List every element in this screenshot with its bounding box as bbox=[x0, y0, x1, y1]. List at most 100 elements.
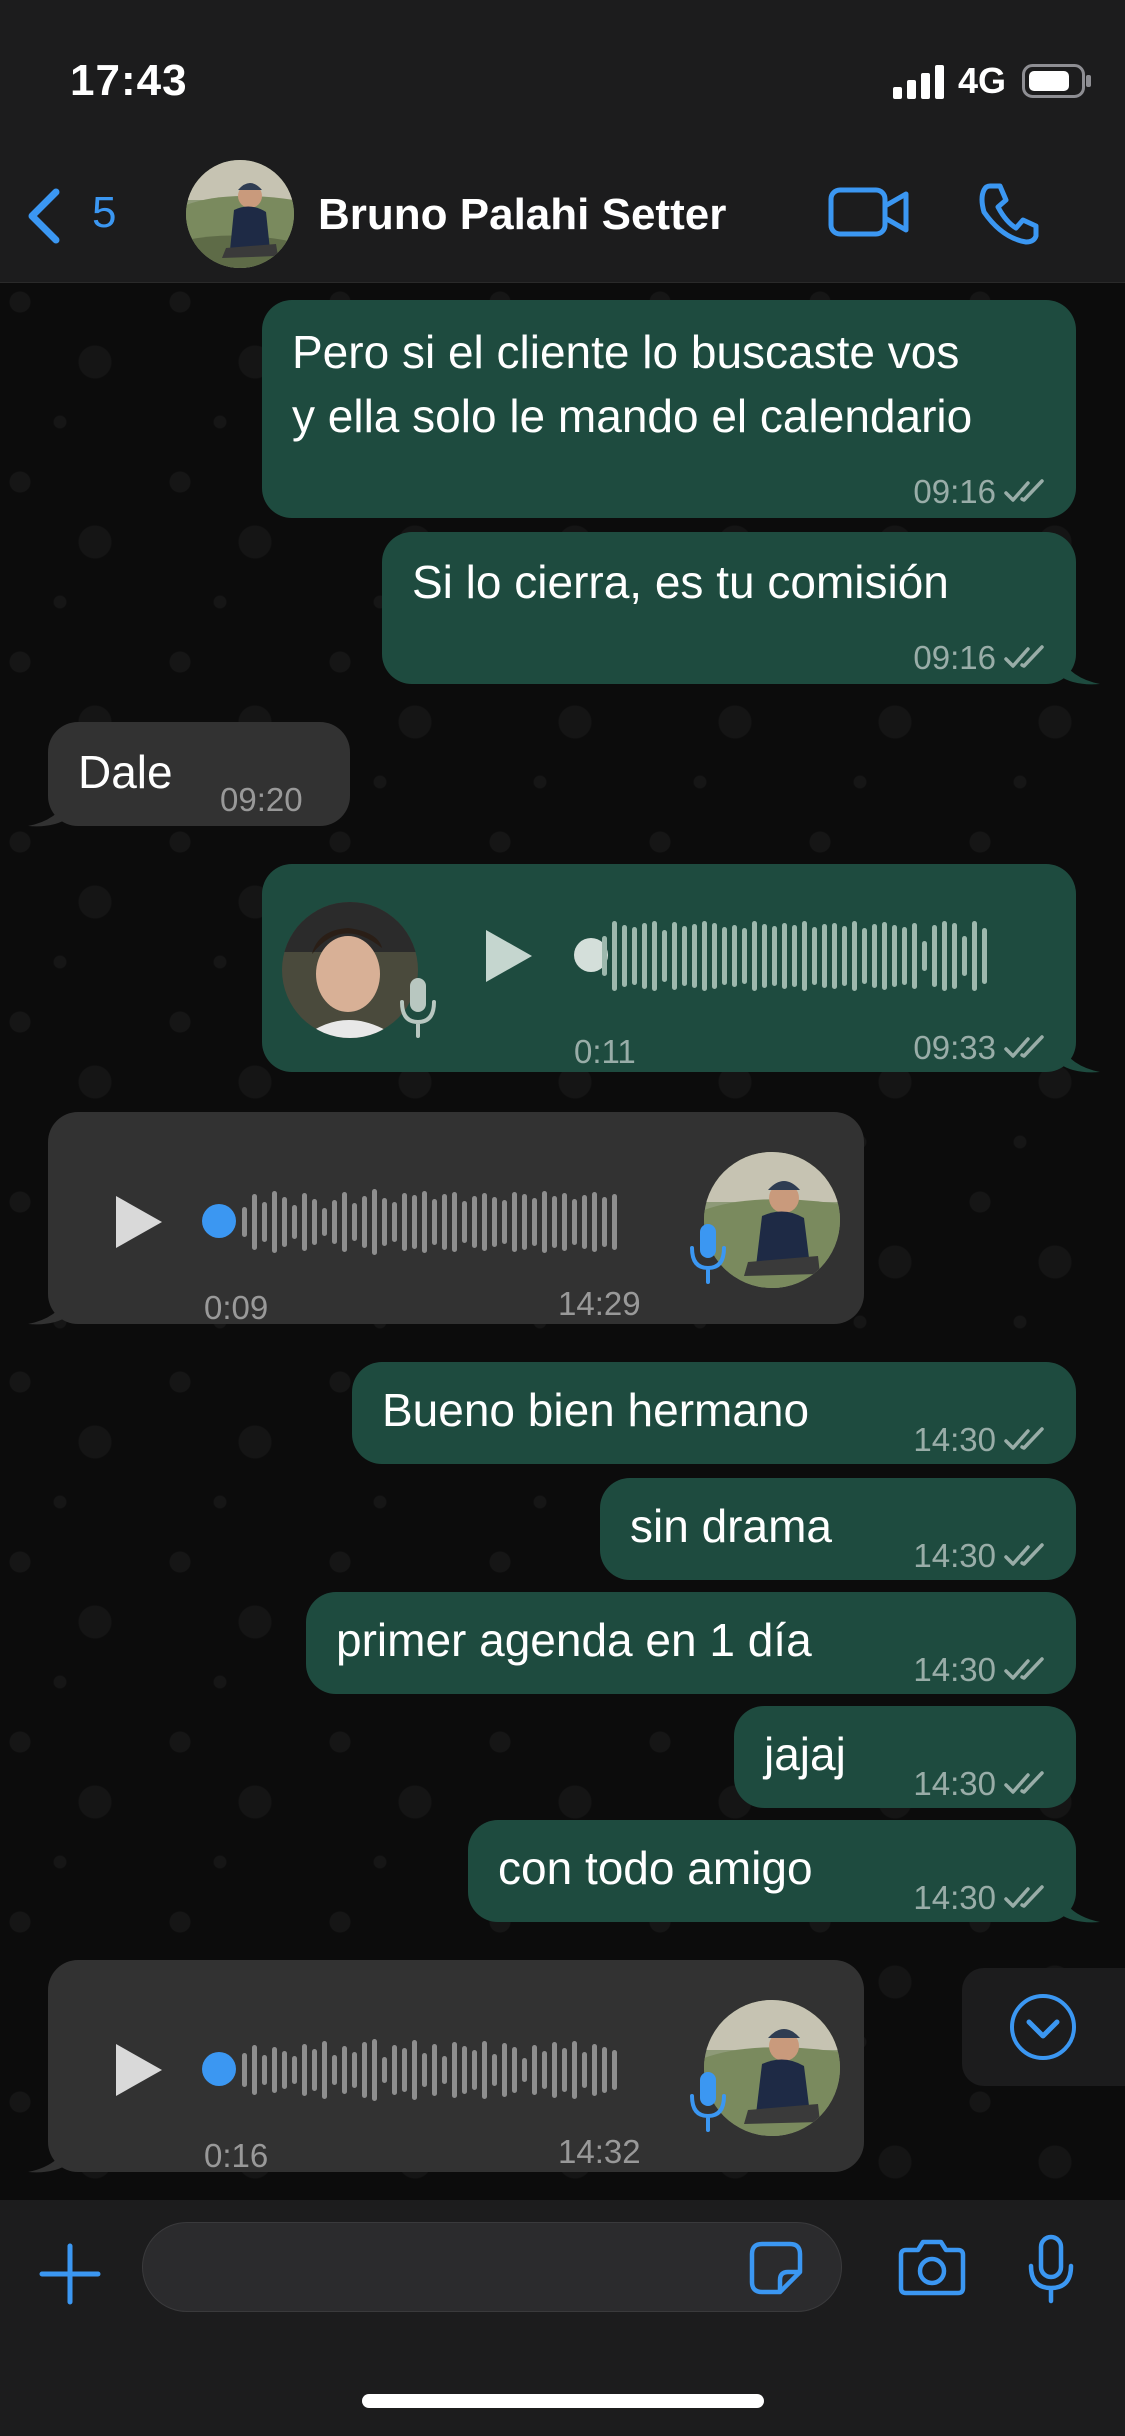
message-meta: 09:16 bbox=[913, 626, 1048, 690]
voice-waveform[interactable] bbox=[602, 916, 987, 996]
waveform-bar bbox=[572, 2041, 577, 2099]
waveform-bar bbox=[832, 923, 837, 989]
message-meta: 09:16 bbox=[913, 460, 1048, 524]
waveform-bar bbox=[492, 1197, 497, 1247]
voice-message-incoming[interactable]: 0:16 14:32 bbox=[48, 1960, 864, 2174]
waveform-bar bbox=[912, 923, 917, 989]
waveform-bar bbox=[362, 1196, 367, 1248]
message-time: 14:30 bbox=[913, 1537, 996, 1574]
waveform-bar bbox=[492, 2054, 497, 2086]
waveform-bar bbox=[892, 925, 897, 987]
waveform-bar bbox=[292, 2056, 297, 2084]
waveform-bar bbox=[262, 1202, 267, 1242]
message-time: 14:32 bbox=[558, 2133, 641, 2170]
play-icon[interactable] bbox=[480, 926, 536, 1002]
waveform-bar bbox=[532, 2045, 537, 2095]
message-meta: 14:30 bbox=[913, 1408, 1048, 1472]
play-icon[interactable] bbox=[110, 1192, 166, 1268]
waveform-bar bbox=[972, 921, 977, 991]
message-time: 14:29 bbox=[558, 1285, 641, 1322]
waveform-bar bbox=[302, 2044, 307, 2096]
waveform-bar bbox=[812, 927, 817, 985]
waveform-bar bbox=[842, 926, 847, 986]
voice-waveform[interactable] bbox=[242, 2030, 617, 2110]
waveform-bar bbox=[452, 1192, 457, 1252]
phone-icon[interactable] bbox=[976, 180, 1042, 251]
read-receipt-icon bbox=[1004, 1543, 1044, 1566]
read-receipt-icon bbox=[1004, 1771, 1044, 1794]
message-bubble-incoming[interactable]: Dale 09:20 bbox=[48, 722, 350, 826]
waveform-bar bbox=[532, 1198, 537, 1246]
message-bubble-outgoing[interactable]: primer agenda en 1 día 14:30 bbox=[306, 1592, 1076, 1694]
waveform-bar bbox=[712, 923, 717, 989]
waveform-bar bbox=[592, 2044, 597, 2096]
scroll-to-bottom-button[interactable] bbox=[962, 1968, 1125, 2086]
read-receipt-icon bbox=[1004, 1885, 1044, 1908]
read-receipt-icon bbox=[1004, 645, 1044, 668]
mic-icon bbox=[688, 2070, 728, 2148]
waveform-bar bbox=[692, 924, 697, 988]
waveform-bar bbox=[552, 1196, 557, 1248]
voice-message-outgoing[interactable]: 0:11 09:33 bbox=[262, 864, 1076, 1072]
waveform-bar bbox=[742, 928, 747, 984]
message-bubble-outgoing[interactable]: con todo amigo 14:30 bbox=[468, 1820, 1076, 1922]
message-bubble-outgoing[interactable]: jajaj 14:30 bbox=[734, 1706, 1076, 1808]
signal-icon bbox=[893, 65, 947, 104]
message-text: y ella solo le mando el calendario bbox=[292, 390, 973, 442]
waveform-bar bbox=[982, 928, 987, 984]
message-bubble-outgoing[interactable]: sin drama 14:30 bbox=[600, 1478, 1076, 1580]
waveform-bar bbox=[582, 1195, 587, 1249]
plus-icon[interactable] bbox=[38, 2242, 102, 2311]
unread-count[interactable]: 5 bbox=[92, 188, 116, 238]
camera-icon[interactable] bbox=[898, 2238, 966, 2301]
read-receipt-icon bbox=[1004, 1035, 1044, 1058]
message-time: 09:33 bbox=[913, 1029, 996, 1066]
waveform-bar bbox=[552, 2042, 557, 2098]
status-bar: 17:43 4G bbox=[0, 0, 1125, 150]
waveform-bar bbox=[762, 924, 767, 988]
waveform-bar bbox=[302, 1193, 307, 1251]
voice-progress-dot[interactable] bbox=[202, 1204, 236, 1238]
waveform-bar bbox=[472, 1196, 477, 1248]
waveform-bar bbox=[852, 921, 857, 991]
waveform-bar bbox=[382, 2057, 387, 2083]
play-icon[interactable] bbox=[110, 2040, 166, 2116]
message-bubble-outgoing[interactable]: Si lo cierra, es tu comisión 09:16 bbox=[382, 532, 1076, 684]
video-call-icon[interactable] bbox=[828, 184, 910, 245]
message-meta: 14:30 bbox=[913, 1866, 1048, 1930]
message-time: 09:16 bbox=[913, 639, 996, 676]
back-chevron-icon[interactable] bbox=[22, 186, 66, 251]
contact-avatar[interactable] bbox=[186, 160, 294, 268]
sticker-icon[interactable] bbox=[748, 2240, 804, 2301]
mic-icon[interactable] bbox=[1026, 2234, 1076, 2309]
waveform-bar bbox=[442, 2056, 447, 2084]
contact-name[interactable]: Bruno Palahi Setter bbox=[318, 190, 726, 240]
waveform-bar bbox=[482, 1193, 487, 1251]
waveform-bar bbox=[392, 2045, 397, 2095]
voice-message-incoming[interactable]: 0:09 14:29 bbox=[48, 1112, 864, 1326]
message-text: primer agenda en 1 día bbox=[336, 1614, 812, 1666]
waveform-bar bbox=[472, 2050, 477, 2090]
waveform-bar bbox=[412, 2040, 417, 2100]
bubble-tail bbox=[1060, 656, 1100, 685]
waveform-bar bbox=[682, 926, 687, 986]
message-meta: 09:20 bbox=[220, 768, 303, 832]
bubble-tail bbox=[28, 2144, 68, 2173]
waveform-bar bbox=[572, 1199, 577, 1245]
message-text: Dale bbox=[78, 746, 173, 798]
waveform-bar bbox=[932, 925, 937, 987]
waveform-bar bbox=[902, 927, 907, 985]
voice-waveform[interactable] bbox=[242, 1182, 617, 1262]
waveform-bar bbox=[772, 926, 777, 986]
home-indicator[interactable] bbox=[362, 2394, 764, 2408]
waveform-bar bbox=[362, 2042, 367, 2098]
bubble-tail bbox=[1060, 1894, 1100, 1923]
voice-progress-dot[interactable] bbox=[202, 2052, 236, 2086]
waveform-bar bbox=[672, 922, 677, 990]
waveform-bar bbox=[242, 2053, 247, 2087]
message-bubble-outgoing[interactable]: Pero si el cliente lo buscaste vos y ell… bbox=[262, 300, 1076, 518]
message-input[interactable] bbox=[142, 2222, 842, 2312]
battery-icon bbox=[1022, 64, 1092, 103]
voice-duration: 0:16 bbox=[204, 2137, 269, 2174]
message-bubble-outgoing[interactable]: Bueno bien hermano 14:30 bbox=[352, 1362, 1076, 1464]
